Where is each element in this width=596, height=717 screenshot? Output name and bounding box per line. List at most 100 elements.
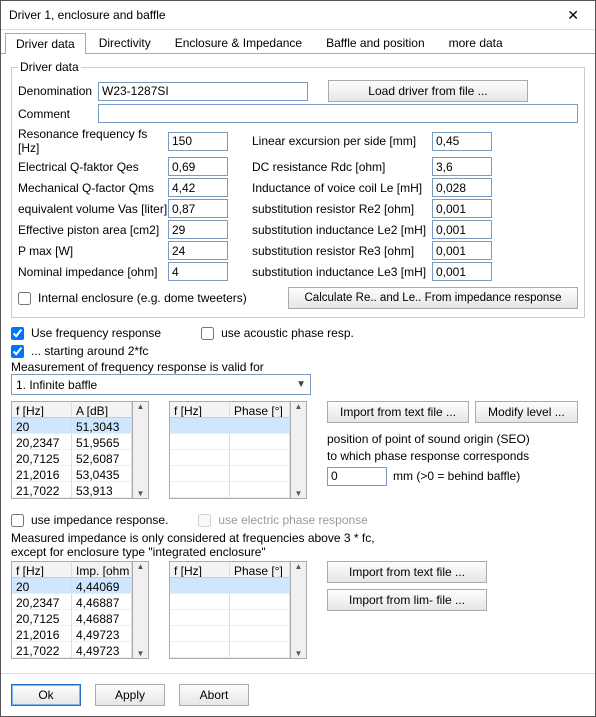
scroll-down-icon[interactable]: ▼ — [295, 489, 303, 498]
cell[interactable]: 53,0435 — [72, 466, 132, 482]
scroll-down-icon[interactable]: ▼ — [137, 649, 145, 658]
cell[interactable]: 20,2347 — [12, 434, 72, 450]
cell[interactable] — [170, 594, 230, 610]
cell[interactable] — [170, 450, 230, 466]
tab-driver-data[interactable]: Driver data — [5, 33, 86, 54]
table-scrollbar[interactable]: ▲▼ — [133, 561, 149, 659]
ok-button[interactable]: Ok — [11, 684, 81, 706]
re3-input[interactable] — [432, 241, 492, 260]
imp-table[interactable]: f [Hz] Imp. [ohm 204,44069 20,23474,4688… — [11, 561, 149, 659]
cell[interactable]: 51,9565 — [72, 434, 132, 450]
tab-baffle[interactable]: Baffle and position — [315, 32, 436, 53]
re2-input[interactable] — [432, 199, 492, 218]
cell[interactable] — [230, 626, 290, 642]
cell[interactable] — [230, 450, 290, 466]
rdc-input[interactable] — [432, 157, 492, 176]
start-2fc-check[interactable]: ... starting around 2*fc — [11, 344, 585, 358]
cell[interactable] — [230, 418, 290, 434]
cell[interactable] — [230, 594, 290, 610]
scroll-down-icon[interactable]: ▼ — [137, 489, 145, 498]
modify-level-button[interactable]: Modify level ... — [475, 401, 578, 423]
cell[interactable]: 4,49723 — [72, 642, 132, 658]
cell[interactable] — [170, 578, 230, 594]
scroll-up-icon[interactable]: ▲ — [295, 562, 303, 571]
cell[interactable] — [230, 466, 290, 482]
sd-input[interactable] — [168, 220, 228, 239]
cell[interactable]: 4,44069 — [72, 578, 132, 594]
baffle-combo[interactable]: 1. Infinite baffle ▼ — [11, 374, 311, 395]
cell[interactable]: 21,7022 — [12, 642, 72, 658]
param-label: substitution inductance Le2 [mH] — [252, 223, 432, 237]
fs-input[interactable] — [168, 132, 228, 151]
tab-enclosure[interactable]: Enclosure & Impedance — [164, 32, 313, 53]
use-freq-check[interactable]: Use frequency response — [11, 326, 161, 340]
comment-input[interactable] — [98, 104, 578, 123]
start-2fc-checkbox[interactable] — [11, 345, 24, 358]
cell[interactable]: 21,2016 — [12, 626, 72, 642]
use-ac-phase-check[interactable]: use acoustic phase resp. — [201, 326, 354, 340]
tab-directivity[interactable]: Directivity — [88, 32, 162, 53]
seo-input[interactable] — [327, 467, 387, 486]
cell[interactable]: 21,7022 — [12, 482, 72, 498]
table-scrollbar[interactable]: ▲▼ — [291, 401, 307, 499]
scroll-down-icon[interactable]: ▼ — [295, 649, 303, 658]
cell[interactable]: 20 — [12, 418, 72, 434]
cell[interactable]: 4,46887 — [72, 610, 132, 626]
xlin-input[interactable] — [432, 132, 492, 151]
cell[interactable]: 20,2347 — [12, 594, 72, 610]
scroll-up-icon[interactable]: ▲ — [137, 562, 145, 571]
qms-input[interactable] — [168, 178, 228, 197]
calc-re-le-button[interactable]: Calculate Re.. and Le.. From impedance r… — [288, 287, 578, 309]
cell[interactable]: 20 — [12, 578, 72, 594]
cell[interactable]: 4,49723 — [72, 626, 132, 642]
abort-button[interactable]: Abort — [179, 684, 249, 706]
apply-button[interactable]: Apply — [95, 684, 165, 706]
cell[interactable] — [230, 610, 290, 626]
use-ac-phase-checkbox[interactable] — [201, 327, 214, 340]
cell[interactable] — [170, 418, 230, 434]
freq-amp-table[interactable]: f [Hz] A [dB] 2051,3043 20,234751,9565 2… — [11, 401, 149, 499]
cell[interactable]: 52,6087 — [72, 450, 132, 466]
cell[interactable] — [230, 482, 290, 498]
cell[interactable]: 20,7125 — [12, 610, 72, 626]
cell[interactable]: 53,913 — [72, 482, 132, 498]
scroll-up-icon[interactable]: ▲ — [137, 402, 145, 411]
cell[interactable] — [170, 610, 230, 626]
vas-input[interactable] — [168, 199, 228, 218]
denomination-input[interactable] — [98, 82, 308, 101]
use-imp-check[interactable]: use impedance response. — [11, 513, 168, 527]
cell[interactable]: 21,2016 — [12, 466, 72, 482]
cell[interactable] — [170, 626, 230, 642]
table-scrollbar[interactable]: ▲▼ — [133, 401, 149, 499]
freq-phase-table[interactable]: f [Hz] Phase [°] ▲▼ — [169, 401, 307, 499]
cell[interactable] — [170, 434, 230, 450]
cell[interactable] — [230, 578, 290, 594]
cell[interactable] — [170, 642, 230, 658]
znom-input[interactable] — [168, 262, 228, 281]
cell[interactable] — [170, 482, 230, 498]
pmax-input[interactable] — [168, 241, 228, 260]
cell[interactable] — [170, 466, 230, 482]
table-scrollbar[interactable]: ▲▼ — [291, 561, 307, 659]
internal-enclosure-checkbox[interactable] — [18, 292, 31, 305]
load-driver-button[interactable]: Load driver from file ... — [328, 80, 528, 102]
use-imp-checkbox[interactable] — [11, 514, 24, 527]
qes-input[interactable] — [168, 157, 228, 176]
cell[interactable]: 20,7125 — [12, 450, 72, 466]
le-input[interactable] — [432, 178, 492, 197]
tab-more-data[interactable]: more data — [438, 32, 514, 53]
cell[interactable]: 4,46887 — [72, 594, 132, 610]
le2-input[interactable] — [432, 220, 492, 239]
imp-phase-table[interactable]: f [Hz] Phase [°] ▲▼ — [169, 561, 307, 659]
close-icon[interactable]: ✕ — [559, 5, 587, 26]
cell[interactable] — [230, 642, 290, 658]
scroll-up-icon[interactable]: ▲ — [295, 402, 303, 411]
import-lim-button[interactable]: Import from lim- file ... — [327, 589, 487, 611]
import-text-button-2[interactable]: Import from text file ... — [327, 561, 487, 583]
cell[interactable] — [230, 434, 290, 450]
import-text-button[interactable]: Import from text file ... — [327, 401, 469, 423]
cell[interactable]: 51,3043 — [72, 418, 132, 434]
le3-input[interactable] — [432, 262, 492, 281]
internal-enclosure-check[interactable]: Internal enclosure (e.g. dome tweeters) — [18, 291, 247, 305]
use-freq-checkbox[interactable] — [11, 327, 24, 340]
